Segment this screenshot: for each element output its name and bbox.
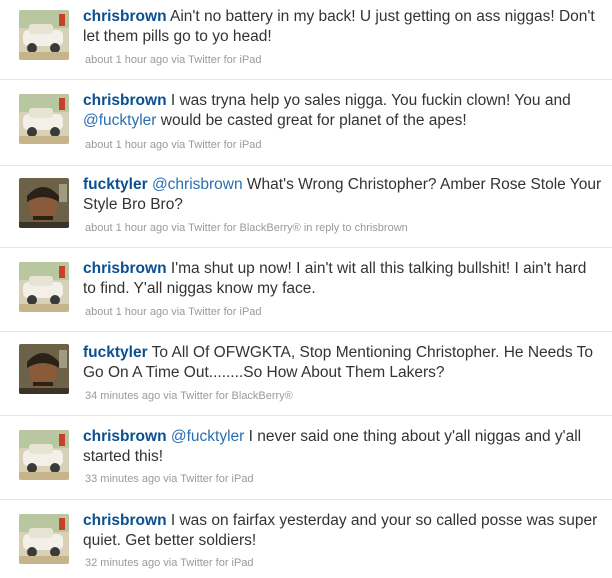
car-avatar[interactable]: [19, 94, 69, 144]
username-link[interactable]: fucktyler: [83, 344, 148, 361]
tweet-content: fucktyler @chrisbrown What's Wrong Chris…: [83, 175, 603, 215]
car-avatar[interactable]: [19, 262, 69, 312]
tweet-meta: 32 minutes ago via Twitter for iPad: [85, 557, 254, 569]
tweet-meta: 34 minutes ago via Twitter for BlackBerr…: [85, 390, 293, 402]
username-link[interactable]: chrisbrown: [83, 260, 167, 277]
car-avatar[interactable]: [19, 514, 69, 564]
tweet-content: chrisbrown I was on fairfax yesterday an…: [83, 511, 603, 551]
tweet-text: I was tryna help yo sales nigga. You fuc…: [170, 92, 571, 109]
tweet: chrisbrown I was on fairfax yesterday an…: [0, 504, 612, 578]
mention-link[interactable]: @fucktyler: [83, 112, 156, 129]
car-avatar[interactable]: [19, 430, 69, 480]
tweet-content: chrisbrown @fucktyler I never said one t…: [83, 427, 603, 467]
tweet: chrisbrown Ain't no battery in my back! …: [0, 0, 612, 80]
tweet: fucktyler @chrisbrown What's Wrong Chris…: [0, 168, 612, 248]
tweet-content: fucktyler To All Of OFWGKTA, Stop Mentio…: [83, 343, 603, 383]
tweet-meta: about 1 hour ago via Twitter for iPad: [85, 54, 262, 66]
tweet-content: chrisbrown Ain't no battery in my back! …: [83, 7, 603, 47]
tweet-meta: 33 minutes ago via Twitter for iPad: [85, 473, 254, 485]
face-avatar[interactable]: [19, 344, 69, 394]
username-link[interactable]: chrisbrown: [83, 92, 167, 109]
username-link[interactable]: fucktyler: [83, 176, 148, 193]
tweet-meta: about 1 hour ago via Twitter for iPad: [85, 139, 262, 151]
tweet-content: chrisbrown I'ma shut up now! I ain't wit…: [83, 259, 603, 299]
mention-link[interactable]: @fucktyler: [171, 428, 244, 445]
tweet-text: To All Of OFWGKTA, Stop Mentioning Chris…: [83, 344, 594, 381]
tweet: fucktyler To All Of OFWGKTA, Stop Mentio…: [0, 336, 612, 416]
face-avatar[interactable]: [19, 178, 69, 228]
username-link[interactable]: chrisbrown: [83, 8, 167, 25]
tweet-meta: about 1 hour ago via Twitter for iPad: [85, 306, 262, 318]
mention-link[interactable]: @chrisbrown: [152, 176, 243, 193]
tweet-content: chrisbrown I was tryna help yo sales nig…: [83, 91, 603, 131]
username-link[interactable]: chrisbrown: [83, 512, 167, 529]
tweet: chrisbrown @fucktyler I never said one t…: [0, 420, 612, 500]
tweet-meta: about 1 hour ago via Twitter for BlackBe…: [85, 222, 408, 234]
tweet: chrisbrown I was tryna help yo sales nig…: [0, 84, 612, 166]
tweet: chrisbrown I'ma shut up now! I ain't wit…: [0, 252, 612, 332]
tweet-text: would be casted great for planet of the …: [156, 112, 467, 129]
username-link[interactable]: chrisbrown: [83, 428, 167, 445]
car-avatar[interactable]: [19, 10, 69, 60]
